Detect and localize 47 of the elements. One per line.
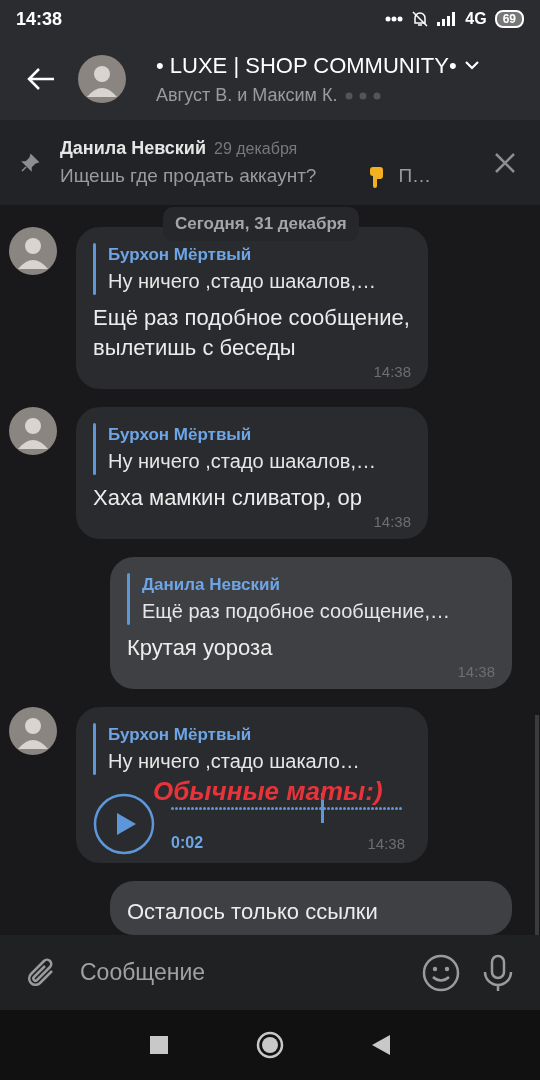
quote-author: Данила Невский <box>142 574 281 596</box>
pinned-author: Данила Невский <box>60 136 206 160</box>
message-time: 14:38 <box>373 363 411 381</box>
home-icon[interactable] <box>256 1031 284 1059</box>
avatar[interactable] <box>9 407 57 455</box>
date-badge: Сегодня, 31 декабря <box>163 207 359 241</box>
quote-author: Бурхон Мёртвый <box>108 724 253 746</box>
microphone-icon[interactable] <box>482 953 514 992</box>
typing-icon <box>345 91 382 100</box>
message-time: 14:38 <box>373 513 411 531</box>
quote-author: Бурхон Мёртвый <box>108 244 253 266</box>
battery-icon: 69 <box>494 10 524 28</box>
chevron-down-icon[interactable] <box>464 61 479 70</box>
signal-icon <box>437 12 458 26</box>
chat-subtitle: Август В. и Максим К. <box>156 84 338 107</box>
message-text: Осталось только ссылки <box>127 898 379 926</box>
back-icon[interactable] <box>26 67 56 91</box>
more-icon <box>385 16 404 22</box>
play-button[interactable] <box>93 793 155 855</box>
back-nav-icon[interactable] <box>372 1035 390 1055</box>
composer-bar[interactable]: Сообщение <box>0 935 540 1010</box>
annotation-text: Обычные маты:) <box>153 779 383 803</box>
avatar[interactable] <box>9 227 57 275</box>
quote-author: Бурхон Мёртвый <box>108 424 253 446</box>
quote-text: Ещё раз подобное сообщение,… <box>142 599 450 624</box>
avatar[interactable] <box>78 55 126 103</box>
pin-icon <box>20 152 40 173</box>
message-input[interactable]: Сообщение <box>80 955 400 990</box>
close-icon[interactable] <box>494 151 516 174</box>
quote-text: Ну ничего ,стадо шакалов,… <box>108 449 376 474</box>
network-label: 4G <box>465 9 487 29</box>
message-text: Хаха мамкин сливатор, ор <box>93 484 363 512</box>
chat-title[interactable]: • LUXE | SHOP COMMUNITY• <box>156 49 457 82</box>
muted-bell-icon <box>411 10 430 28</box>
quote-text: Ну ничего ,стадо шакалов,… <box>108 269 376 294</box>
message-text: Крутая уороза <box>127 634 274 662</box>
pinned-text: Ищешь где продать аккаунт? <box>60 163 317 188</box>
clock: 14:38 <box>16 7 63 31</box>
voice-duration: 0:02 <box>171 833 204 853</box>
pinned-message-bar[interactable]: Данила Невский 29 декабря Ищешь где продать аккаунт? П… <box>0 120 540 205</box>
emoji-icon[interactable] <box>422 953 460 992</box>
message-time: 14:38 <box>367 833 405 854</box>
message-text: Ещё раз подобное сообщение, вылетишь с беседы <box>93 304 411 362</box>
quote-text: Ну ничего ,стадо шакало… <box>108 749 360 774</box>
pinned-date: 29 декабря <box>214 138 298 159</box>
pinned-preview: П… <box>398 163 432 188</box>
avatar[interactable] <box>9 707 57 755</box>
